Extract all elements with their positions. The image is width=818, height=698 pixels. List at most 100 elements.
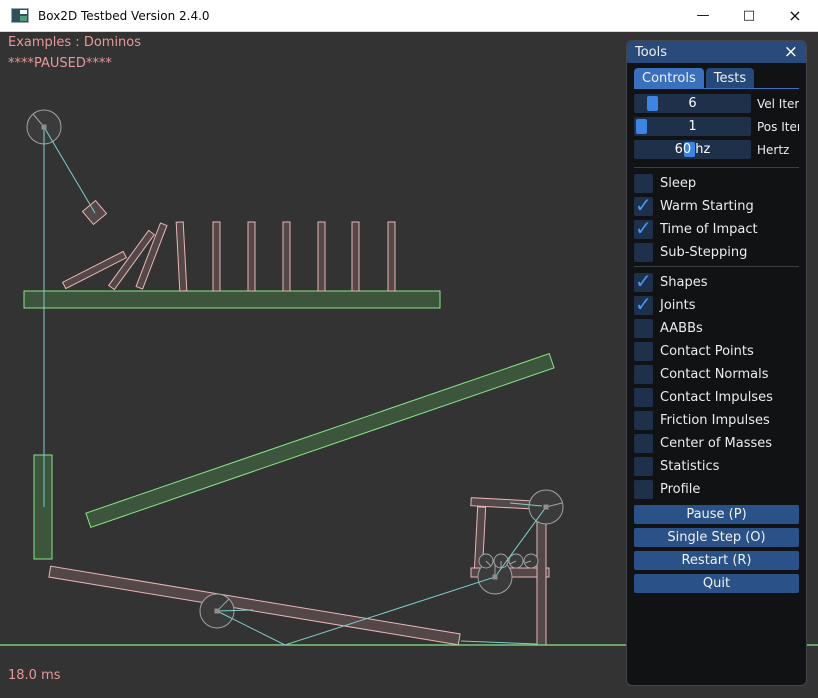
domino-9[interactable] — [352, 222, 359, 291]
checkbox-aabbs[interactable] — [634, 319, 653, 338]
slider-label: Vel Iters — [757, 97, 799, 111]
checkbox-sleep[interactable] — [634, 174, 653, 193]
joint-anchor-1 — [42, 125, 47, 130]
domino-7[interactable] — [283, 222, 290, 291]
check-icon: ✓ — [635, 193, 652, 217]
box2d-testbed-window: Box2D Testbed Version 2.4.0 —□× Examples… — [0, 0, 818, 698]
slider-value: 6 — [634, 94, 751, 113]
quit-button[interactable]: Quit — [634, 574, 799, 593]
checkbox-statistics[interactable] — [634, 457, 653, 476]
check-icon: ✓ — [635, 269, 652, 293]
checkbox-row-sleep[interactable]: Sleep — [634, 174, 799, 193]
checkbox-time-of-impact[interactable]: ✓ — [634, 220, 653, 239]
checkbox-label: Sub-Stepping — [660, 245, 747, 260]
tools-panel: Tools × ControlsTests 6 Vel Iters 1 Pos Ite… — [626, 40, 807, 686]
joint-pendulum — [44, 127, 95, 213]
platform-shelf — [24, 291, 440, 308]
checkbox-row-contact-normals[interactable]: Contact Normals — [634, 365, 799, 384]
checkbox-contact-normals[interactable] — [634, 365, 653, 384]
close-icon[interactable]: × — [784, 44, 798, 61]
checkbox-warm-starting[interactable]: ✓ — [634, 197, 653, 216]
checkbox-label: AABBs — [660, 321, 703, 336]
slider-vel-iters[interactable]: 6 — [634, 94, 751, 113]
seesaw-plank[interactable] — [49, 566, 460, 645]
slider-label: Pos Iters — [757, 120, 799, 134]
checkbox-row-time-of-impact[interactable]: ✓ Time of Impact — [634, 220, 799, 239]
slider-row-vel-iters: 6 Vel Iters — [634, 94, 799, 113]
checkbox-section: Sleep ✓ Warm Starting ✓ Time of Impact Sub-St… — [634, 174, 799, 503]
slider-value: 1 — [634, 117, 751, 136]
checkbox-row-center-of-masses[interactable]: Center of Masses — [634, 434, 799, 453]
checkbox-center-of-masses[interactable] — [634, 434, 653, 453]
checkbox-row-warm-starting[interactable]: ✓ Warm Starting — [634, 197, 799, 216]
checkbox-label: Contact Points — [660, 344, 754, 359]
slider-pos-iters[interactable]: 1 — [634, 117, 751, 136]
checkbox-row-contact-impulses[interactable]: Contact Impulses — [634, 388, 799, 407]
checkbox-row-profile[interactable]: Profile — [634, 480, 799, 499]
domino-4[interactable] — [176, 222, 187, 291]
paused-label: ****PAUSED**** — [8, 56, 112, 71]
slider-row-pos-iters: 1 Pos Iters — [634, 117, 799, 136]
tab-underline — [634, 88, 799, 89]
joint-anchor-2 — [215, 609, 220, 614]
checkbox-row-aabbs[interactable]: AABBs — [634, 319, 799, 338]
checkbox-row-friction-impulses[interactable]: Friction Impulses — [634, 411, 799, 430]
checkbox-friction-impulses[interactable] — [634, 411, 653, 430]
tab-tests[interactable]: Tests — [706, 68, 754, 88]
button-section: Pause (P) Single Step (O) Restart (R) Quit — [634, 505, 799, 597]
pause-p-button[interactable]: Pause (P) — [634, 505, 799, 524]
domino-8[interactable] — [318, 222, 325, 291]
slider-hertz[interactable]: 60 hz — [634, 140, 751, 159]
joint-anchor-4 — [544, 505, 549, 510]
single-step-o-button[interactable]: Single Step (O) — [634, 528, 799, 547]
checkbox-row-contact-points[interactable]: Contact Points — [634, 342, 799, 361]
domino-10[interactable] — [388, 222, 395, 291]
checkbox-label: Statistics — [660, 459, 719, 474]
checkbox-row-sub-stepping[interactable]: Sub-Stepping — [634, 243, 799, 262]
checkbox-label: Contact Impulses — [660, 390, 773, 405]
checkbox-label: Time of Impact — [660, 222, 758, 237]
checkbox-sub-stepping[interactable] — [634, 243, 653, 262]
slider-section: 6 Vel Iters 1 Pos Iters 60 hz Hertz — [634, 94, 799, 163]
tab-bar: ControlsTests — [634, 68, 799, 88]
window-controls: —□× — [680, 0, 818, 32]
slider-label: Hertz — [757, 143, 789, 157]
tab-controls[interactable]: Controls — [634, 68, 704, 88]
app-icon — [11, 8, 29, 23]
minimize-button[interactable]: — — [680, 0, 726, 32]
maximize-button[interactable]: □ — [726, 0, 772, 32]
checkbox-shapes[interactable]: ✓ — [634, 273, 653, 292]
separator — [634, 266, 799, 267]
checkbox-label: Sleep — [660, 176, 696, 191]
checkbox-label: Joints — [660, 298, 696, 313]
checkbox-contact-points[interactable] — [634, 342, 653, 361]
checkbox-label: Warm Starting — [660, 199, 754, 214]
domino-5[interactable] — [213, 222, 220, 291]
tools-panel-body: ControlsTests 6 Vel Iters 1 Pos Iters 60 hz H… — [627, 63, 806, 685]
left-column — [34, 455, 52, 559]
window-title: Box2D Testbed Version 2.4.0 — [38, 9, 210, 23]
checkbox-profile[interactable] — [634, 480, 653, 499]
checkbox-row-statistics[interactable]: Statistics — [634, 457, 799, 476]
check-icon: ✓ — [635, 216, 652, 240]
tools-panel-titlebar[interactable]: Tools × — [627, 41, 806, 63]
checkbox-row-joints[interactable]: ✓ Joints — [634, 296, 799, 315]
checkbox-label: Center of Masses — [660, 436, 772, 451]
separator — [634, 167, 799, 168]
checkbox-label: Contact Normals — [660, 367, 769, 382]
checkbox-contact-impulses[interactable] — [634, 388, 653, 407]
domino-6[interactable] — [248, 222, 255, 291]
restart-r-button[interactable]: Restart (R) — [634, 551, 799, 570]
checkbox-joints[interactable]: ✓ — [634, 296, 653, 315]
slider-row-hertz: 60 hz Hertz — [634, 140, 799, 159]
slider-value: 60 hz — [634, 140, 751, 159]
close-button[interactable]: × — [772, 0, 818, 32]
check-icon: ✓ — [635, 292, 652, 316]
checkbox-label: Profile — [660, 482, 700, 497]
checkbox-label: Shapes — [660, 275, 707, 290]
example-label: Examples : Dominos — [8, 35, 141, 50]
checkbox-row-shapes[interactable]: ✓ Shapes — [634, 273, 799, 292]
frame-right-post[interactable] — [537, 505, 546, 645]
frame-time-label: 18.0 ms — [8, 668, 61, 683]
title-bar: Box2D Testbed Version 2.4.0 —□× — [0, 0, 818, 32]
